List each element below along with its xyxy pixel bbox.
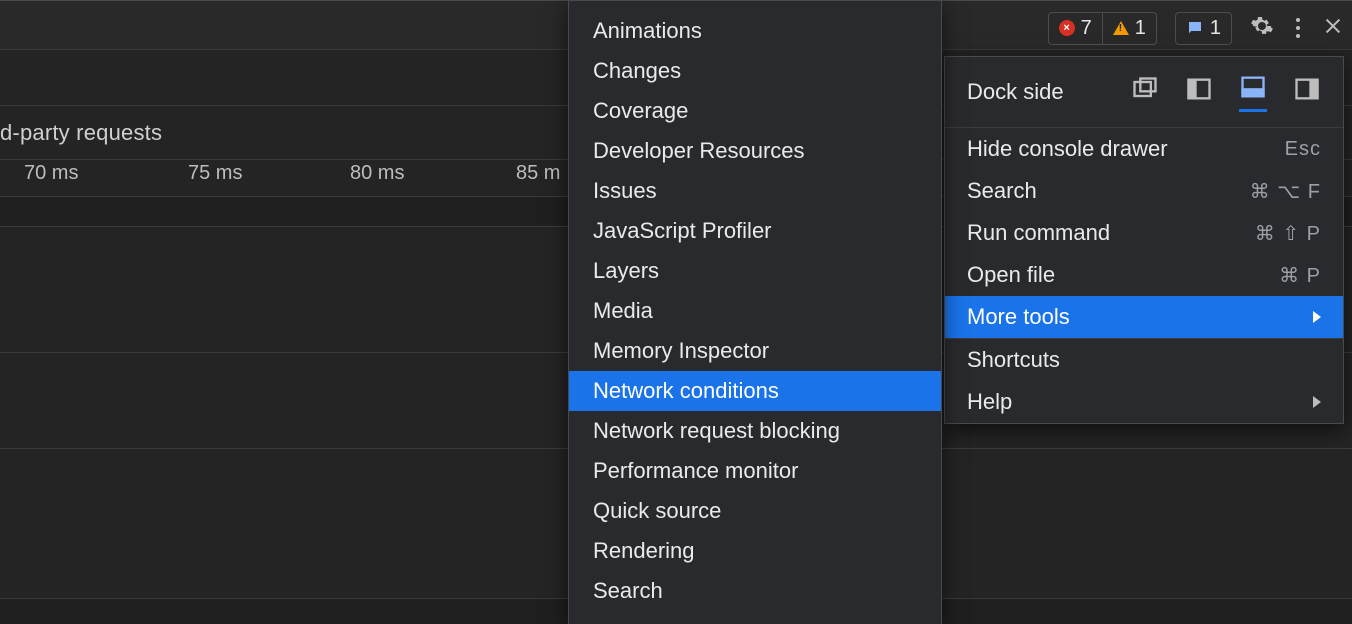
messages-pillset: 1 bbox=[1175, 12, 1232, 45]
dot-icon bbox=[1296, 34, 1300, 38]
messages-count: 1 bbox=[1210, 17, 1221, 40]
warning-icon bbox=[1113, 21, 1129, 35]
submenu-item-issues[interactable]: Issues bbox=[569, 171, 941, 211]
submenu-item-label: Network request blocking bbox=[593, 418, 840, 444]
submenu-item-animations[interactable]: Animations bbox=[569, 11, 941, 51]
menu-item-label: Help bbox=[967, 389, 1012, 415]
timeline-tick: 80 ms bbox=[350, 162, 404, 185]
warnings-count: 1 bbox=[1135, 17, 1146, 40]
dot-icon bbox=[1296, 26, 1300, 30]
messages-pill[interactable]: 1 bbox=[1175, 12, 1232, 45]
errors-pill[interactable]: × 7 bbox=[1049, 13, 1102, 44]
submenu-item-label: Search bbox=[593, 578, 663, 604]
menu-item-search[interactable]: Search ⌘ ⌥ F bbox=[945, 170, 1343, 212]
chevron-right-icon bbox=[1313, 396, 1321, 408]
menu-item-label: Hide console drawer bbox=[967, 136, 1168, 162]
submenu-item-label: Quick source bbox=[593, 498, 721, 524]
submenu-item-search[interactable]: Search bbox=[569, 571, 941, 611]
dock-left-button[interactable] bbox=[1185, 75, 1213, 109]
menu-item-hide-console-drawer[interactable]: Hide console drawer Esc bbox=[945, 128, 1343, 170]
menu-item-label: Open file bbox=[967, 262, 1055, 288]
close-devtools-button[interactable] bbox=[1322, 15, 1344, 42]
menu-item-shortcut: ⌘ P bbox=[1279, 263, 1321, 288]
dock-right-icon bbox=[1293, 75, 1321, 103]
submenu-item-label: Memory Inspector bbox=[593, 338, 769, 364]
dock-undock-button[interactable] bbox=[1131, 75, 1159, 109]
submenu-item-coverage[interactable]: Coverage bbox=[569, 91, 941, 131]
submenu-item-memory-inspector[interactable]: Memory Inspector bbox=[569, 331, 941, 371]
dock-side-label: Dock side bbox=[967, 79, 1064, 105]
chevron-right-icon bbox=[1313, 311, 1321, 323]
issues-pillset: × 7 1 bbox=[1048, 12, 1157, 45]
menu-item-shortcut: ⌘ ⇧ P bbox=[1255, 221, 1321, 246]
more-menu-button[interactable] bbox=[1292, 18, 1304, 38]
submenu-item-performance-monitor[interactable]: Performance monitor bbox=[569, 451, 941, 491]
devtools-toolbar: × 7 1 1 bbox=[1048, 8, 1344, 48]
dock-right-button[interactable] bbox=[1293, 75, 1321, 109]
submenu-item-developer-resources[interactable]: Developer Resources bbox=[569, 131, 941, 171]
submenu-item-network-conditions[interactable]: Network conditions bbox=[569, 371, 941, 411]
menu-item-open-file[interactable]: Open file ⌘ P bbox=[945, 254, 1343, 296]
submenu-item-label: Animations bbox=[593, 18, 702, 44]
devtools-main-menu: Dock side Hide console drawer Esc Search… bbox=[944, 56, 1344, 424]
more-tools-submenu: Animations Changes Coverage Developer Resou… bbox=[568, 0, 942, 624]
submenu-item-label: Changes bbox=[593, 58, 681, 84]
submenu-item-label: Developer Resources bbox=[593, 138, 805, 164]
timeline-tick: 70 ms bbox=[24, 162, 78, 185]
timeline-tick: 85 m bbox=[516, 162, 560, 185]
submenu-item-javascript-profiler[interactable]: JavaScript Profiler bbox=[569, 211, 941, 251]
dock-left-icon bbox=[1185, 75, 1213, 103]
dock-bottom-icon bbox=[1239, 73, 1267, 101]
submenu-item-layers[interactable]: Layers bbox=[569, 251, 941, 291]
submenu-item-label: Issues bbox=[593, 178, 657, 204]
undock-icon bbox=[1131, 75, 1159, 103]
errors-count: 7 bbox=[1081, 17, 1092, 40]
menu-item-more-tools[interactable]: More tools bbox=[945, 296, 1343, 338]
timeline-tick: 75 ms bbox=[188, 162, 242, 185]
menu-item-label: More tools bbox=[967, 304, 1070, 330]
gear-icon bbox=[1250, 14, 1274, 38]
menu-item-shortcut: Esc bbox=[1285, 138, 1321, 161]
third-party-requests-label: d-party requests bbox=[0, 120, 162, 146]
menu-item-label: Search bbox=[967, 178, 1037, 204]
submenu-item-media[interactable]: Media bbox=[569, 291, 941, 331]
submenu-item-label: Network conditions bbox=[593, 378, 779, 404]
chat-icon bbox=[1186, 19, 1204, 37]
close-icon bbox=[1322, 15, 1344, 37]
submenu-item-network-request-blocking[interactable]: Network request blocking bbox=[569, 411, 941, 451]
submenu-item-rendering[interactable]: Rendering bbox=[569, 531, 941, 571]
submenu-item-label: Media bbox=[593, 298, 653, 324]
menu-item-label: Run command bbox=[967, 220, 1110, 246]
menu-item-label: Shortcuts bbox=[967, 347, 1060, 373]
dock-bottom-button[interactable] bbox=[1239, 73, 1267, 112]
menu-item-shortcuts[interactable]: Shortcuts bbox=[945, 339, 1343, 381]
settings-button[interactable] bbox=[1250, 14, 1274, 43]
submenu-item-quick-source[interactable]: Quick source bbox=[569, 491, 941, 531]
submenu-item-label: Coverage bbox=[593, 98, 688, 124]
menu-item-run-command[interactable]: Run command ⌘ ⇧ P bbox=[945, 212, 1343, 254]
submenu-item-label: JavaScript Profiler bbox=[593, 218, 772, 244]
submenu-item-label: Performance monitor bbox=[593, 458, 798, 484]
submenu-item-changes[interactable]: Changes bbox=[569, 51, 941, 91]
submenu-item-label: Layers bbox=[593, 258, 659, 284]
menu-item-shortcut: ⌘ ⌥ F bbox=[1250, 179, 1321, 204]
submenu-item-label: Rendering bbox=[593, 538, 695, 564]
dock-side-row: Dock side bbox=[945, 57, 1343, 127]
warnings-pill[interactable]: 1 bbox=[1102, 13, 1156, 44]
menu-item-help[interactable]: Help bbox=[945, 381, 1343, 423]
dot-icon bbox=[1296, 18, 1300, 22]
dock-side-options bbox=[1131, 73, 1321, 112]
error-icon: × bbox=[1059, 20, 1075, 36]
